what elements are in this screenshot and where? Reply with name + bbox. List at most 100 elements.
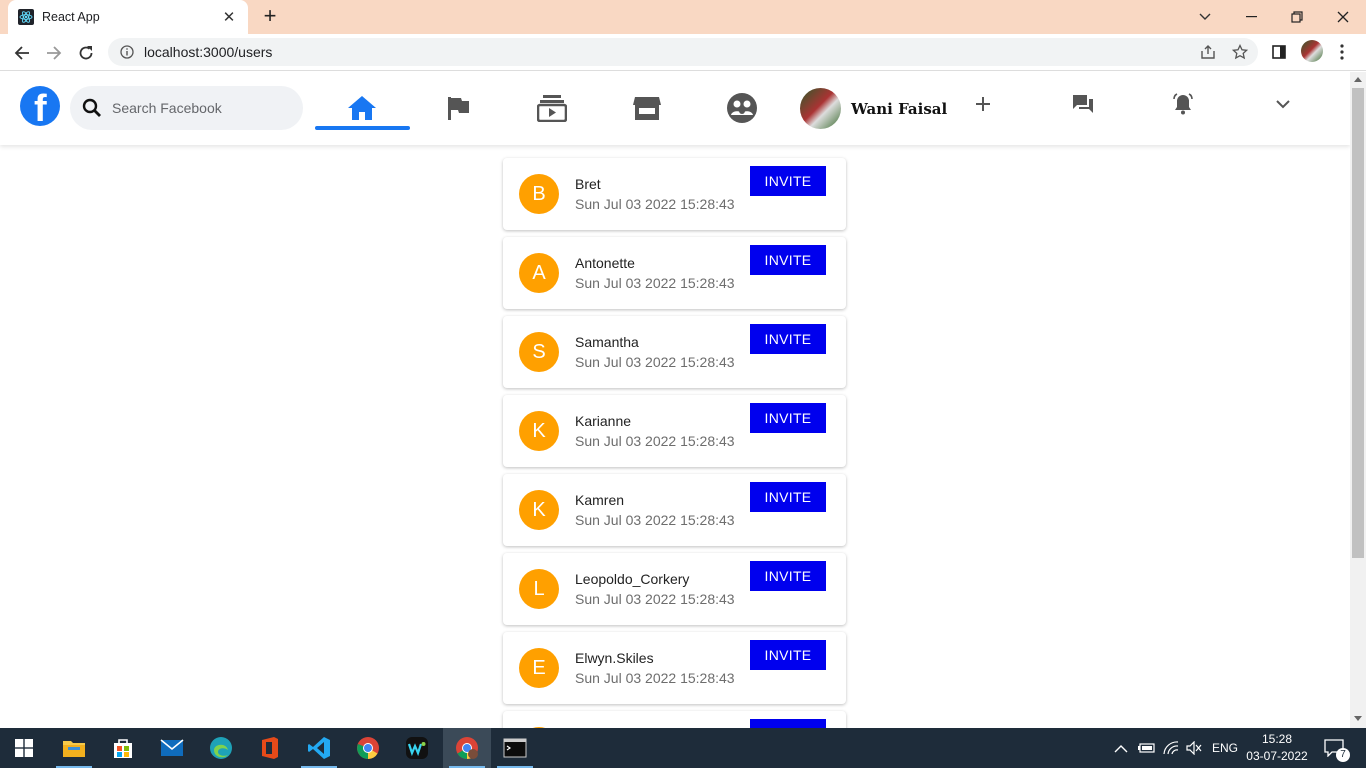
office-icon[interactable]: [246, 728, 294, 768]
terminal-icon[interactable]: [491, 728, 539, 768]
clock[interactable]: 15:28 03-07-2022: [1244, 731, 1310, 765]
invite-button[interactable]: INVITE: [750, 640, 826, 670]
user-avatar: K: [519, 490, 559, 530]
address-bar[interactable]: localhost:3000/users: [108, 38, 1258, 66]
notification-count: 7: [1336, 748, 1350, 762]
bookmark-star-icon[interactable]: [1230, 42, 1250, 62]
user-date: Sun Jul 03 2022 15:28:43: [575, 670, 735, 686]
user-card: S Samantha Sun Jul 03 2022 15:28:43 INVI…: [503, 316, 846, 388]
invite-button[interactable]: INVITE: [750, 245, 826, 275]
user-name: Kamren: [575, 492, 625, 508]
chrome-active-icon[interactable]: [443, 728, 491, 768]
profile-name: Wani Faisal: [851, 99, 948, 118]
groups-icon[interactable]: [722, 90, 762, 126]
user-card: E Elwyn.Skiles Sun Jul 03 2022 15:28:43 …: [503, 632, 846, 704]
more-menu-icon[interactable]: [1332, 42, 1352, 62]
facebook-logo-icon[interactable]: f: [20, 86, 60, 130]
file-explorer-icon[interactable]: [50, 728, 98, 768]
user-name: Leopoldo_Corkery: [575, 571, 690, 587]
invite-button[interactable]: INVITE: [750, 561, 826, 591]
notifications-icon[interactable]: [1163, 86, 1203, 122]
microsoft-store-icon[interactable]: [99, 728, 147, 768]
edge-icon[interactable]: [197, 728, 245, 768]
home-tab-indicator: [315, 126, 410, 130]
user-card: B Bret Sun Jul 03 2022 15:28:43 INVITE: [503, 158, 846, 230]
chrome-icon[interactable]: [344, 728, 392, 768]
browser-tabstrip: React App ✕ +: [0, 0, 1366, 34]
user-avatar: E: [519, 648, 559, 688]
facebook-header: f Wani Faisal: [0, 72, 1350, 145]
clock-date: 03-07-2022: [1246, 749, 1308, 763]
side-panel-icon[interactable]: [1269, 42, 1289, 62]
user-name: Elwyn.Skiles: [575, 650, 654, 666]
watch-icon[interactable]: [532, 90, 572, 126]
invite-button[interactable]: INVITE: [750, 324, 826, 354]
mail-icon[interactable]: [148, 728, 196, 768]
user-date: Sun Jul 03 2022 15:28:43: [575, 591, 735, 607]
page-viewport: f Wani Faisal: [0, 72, 1350, 728]
user-avatar: S: [519, 332, 559, 372]
invite-button[interactable]: [750, 719, 826, 728]
invite-button[interactable]: INVITE: [750, 403, 826, 433]
user-date: Sun Jul 03 2022 15:28:43: [575, 433, 735, 449]
notification-center-icon[interactable]: 7: [1324, 728, 1350, 768]
user-name: Samantha: [575, 334, 639, 350]
tab-search-icon[interactable]: [1182, 0, 1228, 34]
volume-muted-icon[interactable]: [1186, 728, 1202, 768]
user-date: Sun Jul 03 2022 15:28:43: [575, 196, 735, 212]
messenger-icon[interactable]: [1063, 86, 1103, 122]
search-icon: [82, 98, 101, 117]
browser-profile-avatar[interactable]: [1301, 40, 1323, 62]
tab-title: React App: [42, 10, 100, 24]
show-hidden-icons-icon[interactable]: [1114, 728, 1128, 768]
chevron-down-icon[interactable]: [1263, 86, 1303, 122]
back-icon[interactable]: [9, 40, 35, 66]
search-box[interactable]: [70, 86, 303, 130]
user-avatar: A: [519, 253, 559, 293]
windows-taskbar: ENG 15:28 03-07-2022 7: [0, 728, 1366, 768]
scroll-thumb[interactable]: [1352, 88, 1364, 558]
user-card: A Antonette Sun Jul 03 2022 15:28:43 INV…: [503, 237, 846, 309]
search-input[interactable]: [112, 100, 292, 116]
page-scrollbar[interactable]: [1350, 72, 1366, 728]
user-card: [503, 711, 846, 728]
user-card: L Leopoldo_Corkery Sun Jul 03 2022 15:28…: [503, 553, 846, 625]
close-tab-icon[interactable]: ✕: [220, 8, 238, 26]
user-date: Sun Jul 03 2022 15:28:43: [575, 354, 735, 370]
forward-icon[interactable]: [41, 40, 67, 66]
user-avatar: K: [519, 411, 559, 451]
new-tab-button[interactable]: +: [258, 5, 282, 29]
vscode-icon[interactable]: [295, 728, 343, 768]
webex-icon[interactable]: [393, 728, 441, 768]
profile-chip[interactable]: Wani Faisal: [800, 88, 947, 129]
react-icon: [18, 9, 34, 25]
info-icon[interactable]: [120, 45, 134, 59]
clock-time: 15:28: [1261, 732, 1293, 746]
user-date: Sun Jul 03 2022 15:28:43: [575, 275, 735, 291]
invite-button[interactable]: INVITE: [750, 482, 826, 512]
plus-icon[interactable]: [963, 86, 1003, 122]
user-name: Karianne: [575, 413, 632, 429]
invite-button[interactable]: INVITE: [750, 166, 826, 196]
pages-flag-icon[interactable]: [438, 90, 478, 126]
home-icon[interactable]: [342, 90, 382, 126]
battery-icon[interactable]: [1138, 728, 1156, 768]
user-avatar: B: [519, 174, 559, 214]
user-card: K Karianne Sun Jul 03 2022 15:28:43 INVI…: [503, 395, 846, 467]
user-avatar: L: [519, 569, 559, 609]
url-text: localhost:3000/users: [144, 44, 273, 60]
language-indicator[interactable]: ENG: [1212, 728, 1238, 768]
marketplace-icon[interactable]: [627, 90, 667, 126]
minimize-button[interactable]: [1228, 0, 1274, 34]
restore-button[interactable]: [1274, 0, 1320, 34]
user-date: Sun Jul 03 2022 15:28:43: [575, 512, 735, 528]
wifi-icon[interactable]: [1163, 728, 1179, 768]
share-icon[interactable]: [1198, 42, 1218, 62]
user-name: Bret: [575, 176, 601, 192]
scroll-up-icon[interactable]: [1354, 77, 1362, 82]
reload-icon[interactable]: [73, 40, 99, 66]
close-window-button[interactable]: [1320, 0, 1366, 34]
browser-tab[interactable]: React App ✕: [8, 0, 248, 34]
scroll-down-icon[interactable]: [1354, 716, 1362, 721]
windows-start-icon[interactable]: [0, 728, 48, 768]
